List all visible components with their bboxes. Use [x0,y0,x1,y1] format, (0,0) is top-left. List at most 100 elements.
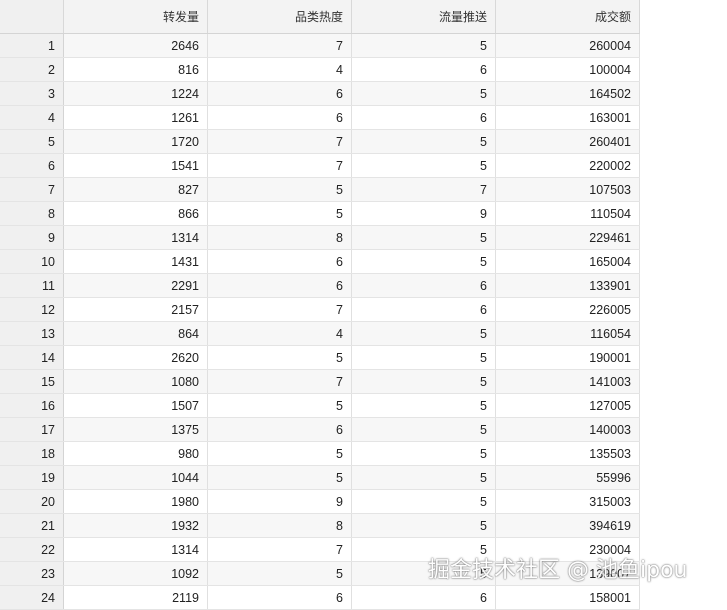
column-header-forwards[interactable]: 转发量 [64,0,208,33]
sales-cell[interactable]: 220002 [496,154,640,177]
sales-cell[interactable]: 110504 [496,202,640,225]
category-heat-cell[interactable]: 4 [208,58,352,81]
row-index[interactable]: 8 [0,202,64,225]
forwards-cell[interactable]: 2291 [64,274,208,297]
row-index[interactable]: 16 [0,394,64,417]
table-row[interactable]: 21 1932 8 5 394619 [0,514,640,538]
sales-cell[interactable]: 163001 [496,106,640,129]
row-index-header[interactable] [0,0,64,33]
category-heat-cell[interactable]: 9 [208,490,352,513]
sales-cell[interactable]: 55996 [496,466,640,489]
row-index[interactable]: 18 [0,442,64,465]
forwards-cell[interactable]: 2157 [64,298,208,321]
row-index[interactable]: 24 [0,586,64,609]
table-row[interactable]: 12 2157 7 6 226005 [0,298,640,322]
traffic-push-cell[interactable]: 5 [352,226,496,249]
forwards-cell[interactable]: 1541 [64,154,208,177]
table-row[interactable]: 9 1314 8 5 229461 [0,226,640,250]
sales-cell[interactable]: 158001 [496,586,640,609]
traffic-push-cell[interactable]: 5 [352,514,496,537]
sales-cell[interactable]: 394619 [496,514,640,537]
category-heat-cell[interactable]: 6 [208,418,352,441]
column-header-traffic-push[interactable]: 流量推送 [352,0,496,33]
forwards-cell[interactable]: 2119 [64,586,208,609]
forwards-cell[interactable]: 1224 [64,82,208,105]
category-heat-cell[interactable]: 5 [208,562,352,585]
row-index[interactable]: 5 [0,130,64,153]
sales-cell[interactable]: 260401 [496,130,640,153]
row-index[interactable]: 12 [0,298,64,321]
row-index[interactable]: 21 [0,514,64,537]
forwards-cell[interactable]: 1314 [64,226,208,249]
sales-cell[interactable]: 133901 [496,274,640,297]
table-row[interactable]: 11 2291 6 6 133901 [0,274,640,298]
row-index[interactable]: 7 [0,178,64,201]
row-index[interactable]: 2 [0,58,64,81]
table-row[interactable]: 10 1431 6 5 165004 [0,250,640,274]
category-heat-cell[interactable]: 6 [208,274,352,297]
column-header-sales[interactable]: 成交额 [496,0,640,33]
forwards-cell[interactable]: 864 [64,322,208,345]
table-row[interactable]: 3 1224 6 5 164502 [0,82,640,106]
category-heat-cell[interactable]: 7 [208,370,352,393]
sales-cell[interactable]: 141003 [496,370,640,393]
traffic-push-cell[interactable]: 5 [352,82,496,105]
table-row[interactable]: 18 980 5 5 135503 [0,442,640,466]
traffic-push-cell[interactable]: 5 [352,34,496,57]
forwards-cell[interactable]: 2646 [64,34,208,57]
category-heat-cell[interactable]: 5 [208,442,352,465]
row-index[interactable]: 1 [0,34,64,57]
forwards-cell[interactable]: 2620 [64,346,208,369]
category-heat-cell[interactable]: 4 [208,322,352,345]
sales-cell[interactable]: 135503 [496,442,640,465]
forwards-cell[interactable]: 1080 [64,370,208,393]
forwards-cell[interactable]: 1507 [64,394,208,417]
row-index[interactable]: 13 [0,322,64,345]
category-heat-cell[interactable]: 7 [208,538,352,561]
row-index[interactable]: 9 [0,226,64,249]
table-row[interactable]: 19 1044 5 5 55996 [0,466,640,490]
table-row[interactable]: 8 866 5 9 110504 [0,202,640,226]
forwards-cell[interactable]: 827 [64,178,208,201]
traffic-push-cell[interactable]: 5 [352,250,496,273]
traffic-push-cell[interactable]: 5 [352,322,496,345]
table-row[interactable]: 17 1375 6 5 140003 [0,418,640,442]
traffic-push-cell[interactable]: 5 [352,154,496,177]
traffic-push-cell[interactable]: 5 [352,346,496,369]
category-heat-cell[interactable]: 6 [208,106,352,129]
category-heat-cell[interactable]: 5 [208,202,352,225]
category-heat-cell[interactable]: 5 [208,346,352,369]
category-heat-cell[interactable]: 5 [208,394,352,417]
category-heat-cell[interactable]: 5 [208,178,352,201]
row-index[interactable]: 17 [0,418,64,441]
category-heat-cell[interactable]: 7 [208,298,352,321]
category-heat-cell[interactable]: 8 [208,514,352,537]
forwards-cell[interactable]: 1261 [64,106,208,129]
forwards-cell[interactable]: 816 [64,58,208,81]
traffic-push-cell[interactable]: 5 [352,418,496,441]
traffic-push-cell[interactable]: 6 [352,106,496,129]
sales-cell[interactable]: 164502 [496,82,640,105]
sales-cell[interactable]: 116054 [496,322,640,345]
row-index[interactable]: 11 [0,274,64,297]
forwards-cell[interactable]: 1092 [64,562,208,585]
row-index[interactable]: 20 [0,490,64,513]
table-row[interactable]: 2 816 4 6 100004 [0,58,640,82]
sales-cell[interactable]: 165004 [496,250,640,273]
table-row[interactable]: 5 1720 7 5 260401 [0,130,640,154]
forwards-cell[interactable]: 1044 [64,466,208,489]
category-heat-cell[interactable]: 8 [208,226,352,249]
row-index[interactable]: 22 [0,538,64,561]
row-index[interactable]: 14 [0,346,64,369]
sales-cell[interactable]: 315003 [496,490,640,513]
table-row[interactable]: 20 1980 9 5 315003 [0,490,640,514]
forwards-cell[interactable]: 866 [64,202,208,225]
row-index[interactable]: 4 [0,106,64,129]
category-heat-cell[interactable]: 6 [208,82,352,105]
traffic-push-cell[interactable]: 6 [352,586,496,609]
sales-cell[interactable]: 140003 [496,418,640,441]
row-index[interactable]: 19 [0,466,64,489]
forwards-cell[interactable]: 1932 [64,514,208,537]
forwards-cell[interactable]: 1720 [64,130,208,153]
sales-cell[interactable]: 190001 [496,346,640,369]
